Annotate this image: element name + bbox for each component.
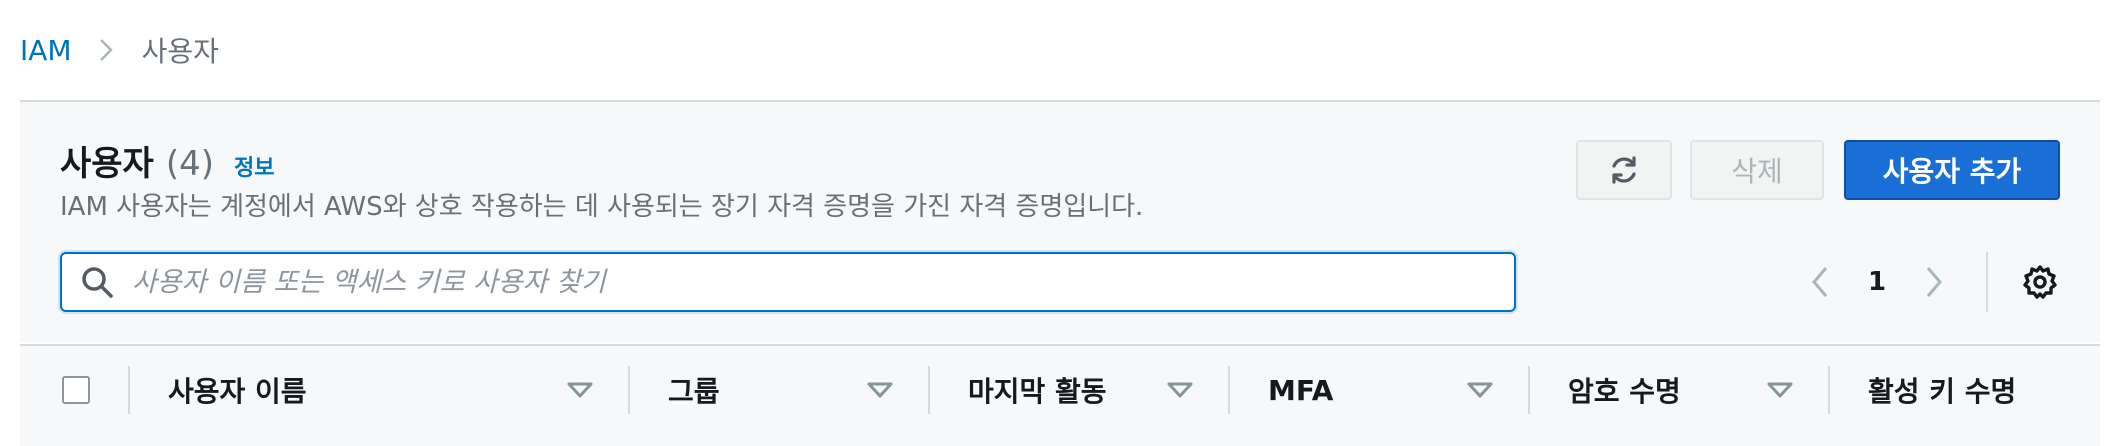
search-icon xyxy=(82,267,113,298)
page-description: IAM 사용자는 계정에서 AWS와 상호 작용하는 데 사용되는 장기 자격 … xyxy=(60,192,1144,222)
column-divider xyxy=(1528,366,1530,414)
column-label: 그룹 xyxy=(668,375,720,408)
next-page-icon[interactable] xyxy=(1924,265,1944,299)
column-label: 사용자 이름 xyxy=(168,375,307,408)
column-divider xyxy=(928,366,930,414)
sort-down-icon[interactable] xyxy=(866,380,894,400)
page-title: 사용자 xyxy=(60,144,154,184)
info-link[interactable]: 정보 xyxy=(234,150,274,182)
user-count: (4) xyxy=(165,144,215,184)
sort-down-icon[interactable] xyxy=(566,380,594,400)
column-header-active-key-age[interactable]: 활성 키 수명 xyxy=(1868,366,2016,414)
column-header-mfa[interactable]: MFA xyxy=(1268,366,1333,414)
refresh-icon xyxy=(1612,156,1636,184)
column-header-password-age[interactable]: 암호 수명 xyxy=(1568,366,1681,414)
delete-button[interactable]: 삭제 xyxy=(1690,140,1824,200)
column-divider xyxy=(128,366,130,414)
column-divider xyxy=(1228,366,1230,414)
sort-down-icon[interactable] xyxy=(1466,380,1494,400)
search-input[interactable] xyxy=(130,257,1514,307)
previous-page-icon[interactable] xyxy=(1810,265,1830,299)
pager-divider xyxy=(1986,252,1988,312)
column-divider xyxy=(1828,366,1830,414)
breadcrumb-iam-link[interactable]: IAM xyxy=(20,34,72,67)
column-label: 암호 수명 xyxy=(1568,375,1681,408)
search-box xyxy=(60,252,1516,312)
add-user-button[interactable]: 사용자 추가 xyxy=(1844,140,2060,200)
gear-icon[interactable] xyxy=(2022,264,2058,300)
column-header-last-activity[interactable]: 마지막 활동 xyxy=(968,366,1107,414)
sort-down-icon[interactable] xyxy=(1766,380,1794,400)
chevron-right-icon xyxy=(99,39,113,61)
column-label: MFA xyxy=(1268,373,1334,407)
column-divider xyxy=(628,366,630,414)
select-all-checkbox[interactable] xyxy=(62,376,90,404)
sort-down-icon[interactable] xyxy=(1166,380,1194,400)
column-header-groups[interactable]: 그룹 xyxy=(668,366,720,414)
current-page-number[interactable]: 1 xyxy=(1868,267,1886,297)
column-label: 마지막 활동 xyxy=(968,375,1107,408)
pagination: 1 xyxy=(1810,252,1944,312)
column-header-username[interactable]: 사용자 이름 xyxy=(168,366,307,414)
column-label: 활성 키 수명 xyxy=(1868,375,2017,408)
breadcrumb: IAM 사용자 xyxy=(20,28,219,72)
page-title-row: 사용자 (4) 정보 xyxy=(60,136,275,185)
breadcrumb-current: 사용자 xyxy=(141,35,219,68)
refresh-button[interactable] xyxy=(1576,140,1672,200)
